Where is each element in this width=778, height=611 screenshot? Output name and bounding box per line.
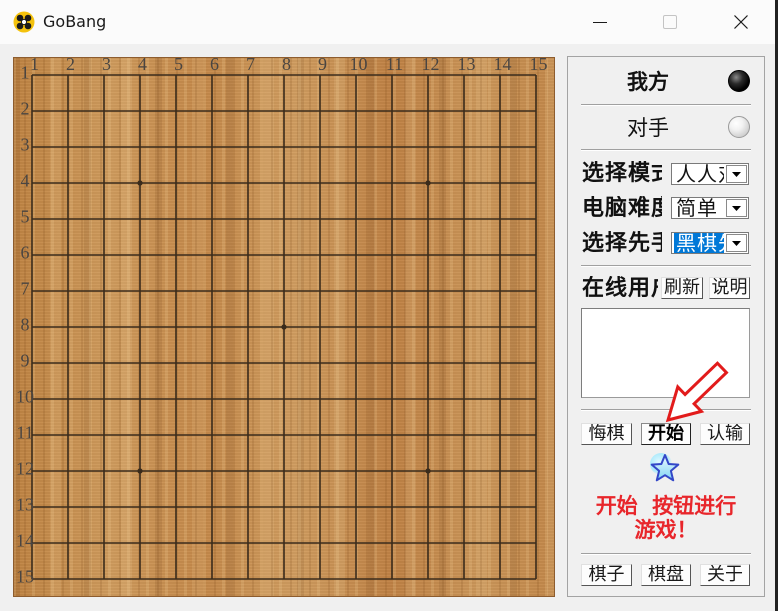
row-label: 15 [16, 567, 34, 587]
refresh-button[interactable]: 刷新 [661, 277, 703, 299]
chevron-down-icon [732, 206, 741, 211]
maximize-button [647, 0, 693, 44]
separator [581, 265, 751, 267]
first-move-select[interactable]: 黑棋先手 [671, 232, 749, 254]
difficulty-select[interactable]: 简单 [671, 197, 749, 219]
undo-button[interactable]: 悔棋 [581, 423, 632, 445]
star-point [137, 180, 143, 186]
chevron-down-icon [732, 241, 741, 246]
gobang-window: GoBang 1 2 3 4 5 6 7 8 9 10 11 12 13 14 15 1 2 3 4 5 6 7 8 9 10 1… [0, 0, 778, 611]
row-label: 9 [21, 351, 30, 371]
help-button[interactable]: 说明 [709, 277, 750, 299]
row-label: 5 [21, 207, 30, 227]
column-label: 7 [246, 57, 255, 74]
star-point [137, 468, 143, 474]
row-label: 14 [16, 531, 34, 551]
column-label: 6 [210, 57, 219, 74]
row-label: 12 [16, 459, 34, 479]
column-label: 14 [494, 57, 512, 74]
first-move-dropdown-button[interactable] [726, 234, 747, 252]
black-stone-icon [728, 70, 750, 92]
gobang-app-icon [13, 11, 35, 33]
difficulty-label: 电脑难度 [582, 196, 662, 220]
star-point [425, 468, 431, 474]
star-point [425, 180, 431, 186]
title-bar[interactable]: GoBang [0, 0, 778, 44]
column-label: 13 [458, 57, 476, 74]
arrow-icon [665, 361, 729, 423]
column-label: 9 [318, 57, 327, 74]
window-title: GoBang [43, 12, 107, 31]
column-label: 4 [138, 57, 147, 74]
row-label: 6 [21, 243, 30, 263]
column-label: 10 [350, 57, 368, 74]
column-label: 1 [30, 57, 39, 74]
row-label: 8 [21, 315, 30, 335]
close-icon [734, 15, 748, 29]
row-label: 7 [21, 279, 30, 299]
column-label: 15 [530, 57, 548, 74]
difficulty-select-value: 简单 [676, 198, 718, 218]
mode-select-value: 人人对战 [676, 164, 724, 184]
stone-style-button[interactable]: 棋子 [581, 564, 632, 586]
difficulty-dropdown-button[interactable] [726, 199, 747, 217]
column-label: 12 [422, 57, 440, 74]
opponent-label: 对手 [627, 116, 669, 140]
row-label: 13 [16, 495, 34, 515]
row-label: 4 [21, 171, 30, 191]
separator [581, 104, 751, 106]
first-move-label: 选择先手 [582, 231, 662, 255]
minimize-button[interactable] [577, 0, 623, 44]
row-label: 3 [21, 135, 30, 155]
first-move-select-value: 黑棋先手 [674, 233, 724, 253]
board-grid[interactable]: 1 2 3 4 5 6 7 8 9 10 11 12 13 14 151234567891011121314… [13, 57, 555, 597]
self-label: 我方 [627, 69, 669, 94]
star-point [281, 324, 287, 330]
mode-dropdown-button[interactable] [726, 165, 747, 183]
row-label: 2 [21, 99, 30, 119]
mode-select[interactable]: 人人对战 [671, 163, 749, 185]
hint-text-line: 开始 按钮进行 [595, 493, 737, 518]
game-board[interactable]: 1 2 3 4 5 6 7 8 9 10 11 12 13 14 15 1 2 3 4 5 6 7 8 9 10 11 12 13 14… [13, 57, 555, 597]
hint-text-line: 游戏！ [634, 517, 698, 542]
star-icon [650, 453, 680, 482]
mode-label: 选择模式 [582, 161, 662, 185]
chevron-down-icon [732, 172, 741, 177]
column-label: 5 [174, 57, 183, 74]
column-label: 11 [386, 57, 403, 74]
separator [581, 553, 751, 555]
about-button[interactable]: 关于 [700, 564, 750, 586]
column-label: 3 [102, 57, 111, 74]
white-stone-icon [728, 116, 750, 138]
column-label: 2 [66, 57, 75, 74]
online-users-label: 在线用户 [582, 276, 658, 300]
separator [581, 149, 751, 151]
maximize-icon [663, 15, 677, 29]
row-label: 1 [21, 63, 30, 83]
row-label: 10 [16, 387, 34, 407]
close-button[interactable] [718, 0, 764, 44]
column-label: 8 [282, 57, 291, 74]
row-label: 11 [16, 423, 33, 443]
board-style-button[interactable]: 棋盘 [641, 564, 691, 586]
minimize-icon [593, 22, 607, 23]
